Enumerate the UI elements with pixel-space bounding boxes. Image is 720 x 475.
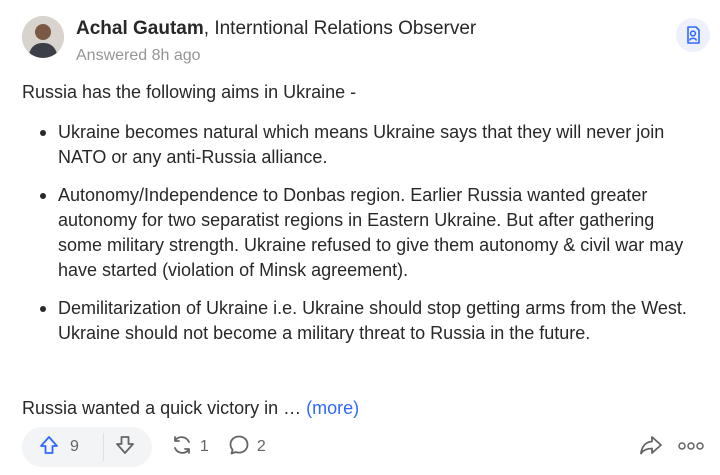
author-credential: Interntional Relations Observer: [214, 18, 477, 39]
more-link[interactable]: (more): [306, 398, 359, 418]
profile-badge-icon[interactable]: [676, 18, 710, 52]
share-arrow-icon: [638, 433, 664, 462]
comment-icon: [227, 433, 251, 462]
list-item: Demilitarization of Ukraine i.e. Ukraine…: [22, 296, 702, 346]
more-dots-icon: [678, 438, 704, 456]
answer-header: Achal Gautam, Interntional Relations Obs…: [22, 16, 476, 66]
author-line: Achal Gautam, Interntional Relations Obs…: [76, 16, 476, 42]
author-meta: Achal Gautam, Interntional Relations Obs…: [76, 16, 476, 66]
answer-teaser: Russia wanted a quick victory in … (more…: [22, 396, 359, 420]
right-actions: [638, 432, 704, 462]
reshare-count: 1: [199, 438, 209, 455]
arrow-up-icon: [38, 434, 60, 461]
author-name[interactable]: Achal Gautam: [76, 18, 204, 39]
list-item-text: Ukraine becomes natural which means Ukra…: [58, 122, 665, 167]
downvote-button[interactable]: [104, 427, 146, 467]
aims-list: Ukraine becomes natural which means Ukra…: [22, 120, 702, 346]
share-button[interactable]: [638, 432, 664, 462]
answer-card: Achal Gautam, Interntional Relations Obs…: [0, 0, 720, 475]
vote-group: 9: [22, 427, 152, 467]
answered-time[interactable]: Answered 8h ago: [76, 45, 476, 67]
list-item-text: Autonomy/Independence to Donbas region. …: [58, 185, 684, 280]
arrow-down-icon: [114, 434, 136, 461]
action-bar: 9 1 2: [22, 426, 266, 468]
bullet: [40, 193, 46, 199]
teaser-text: Russia wanted a quick victory in …: [22, 398, 307, 418]
list-item-text: Demilitarization of Ukraine i.e. Ukraine…: [58, 298, 687, 343]
list-item: Ukraine becomes natural which means Ukra…: [22, 120, 702, 170]
avatar-image: [22, 16, 64, 58]
comment-count: 2: [256, 438, 266, 455]
list-item: Autonomy/Independence to Donbas region. …: [22, 183, 702, 283]
bullet: [40, 306, 46, 312]
upvote-button[interactable]: 9: [28, 427, 103, 467]
upvote-count: 9: [70, 438, 79, 455]
bullet: [40, 130, 46, 136]
reshare-button[interactable]: 1: [170, 427, 209, 467]
reshare-icon: [170, 433, 194, 462]
answer-intro: Russia has the following aims in Ukraine…: [22, 82, 357, 102]
author-separator: ,: [203, 18, 215, 39]
avatar[interactable]: [22, 16, 64, 58]
comment-button[interactable]: 2: [227, 427, 266, 467]
answer-body: Russia has the following aims in Ukraine…: [22, 80, 702, 359]
more-options-button[interactable]: [678, 432, 704, 462]
